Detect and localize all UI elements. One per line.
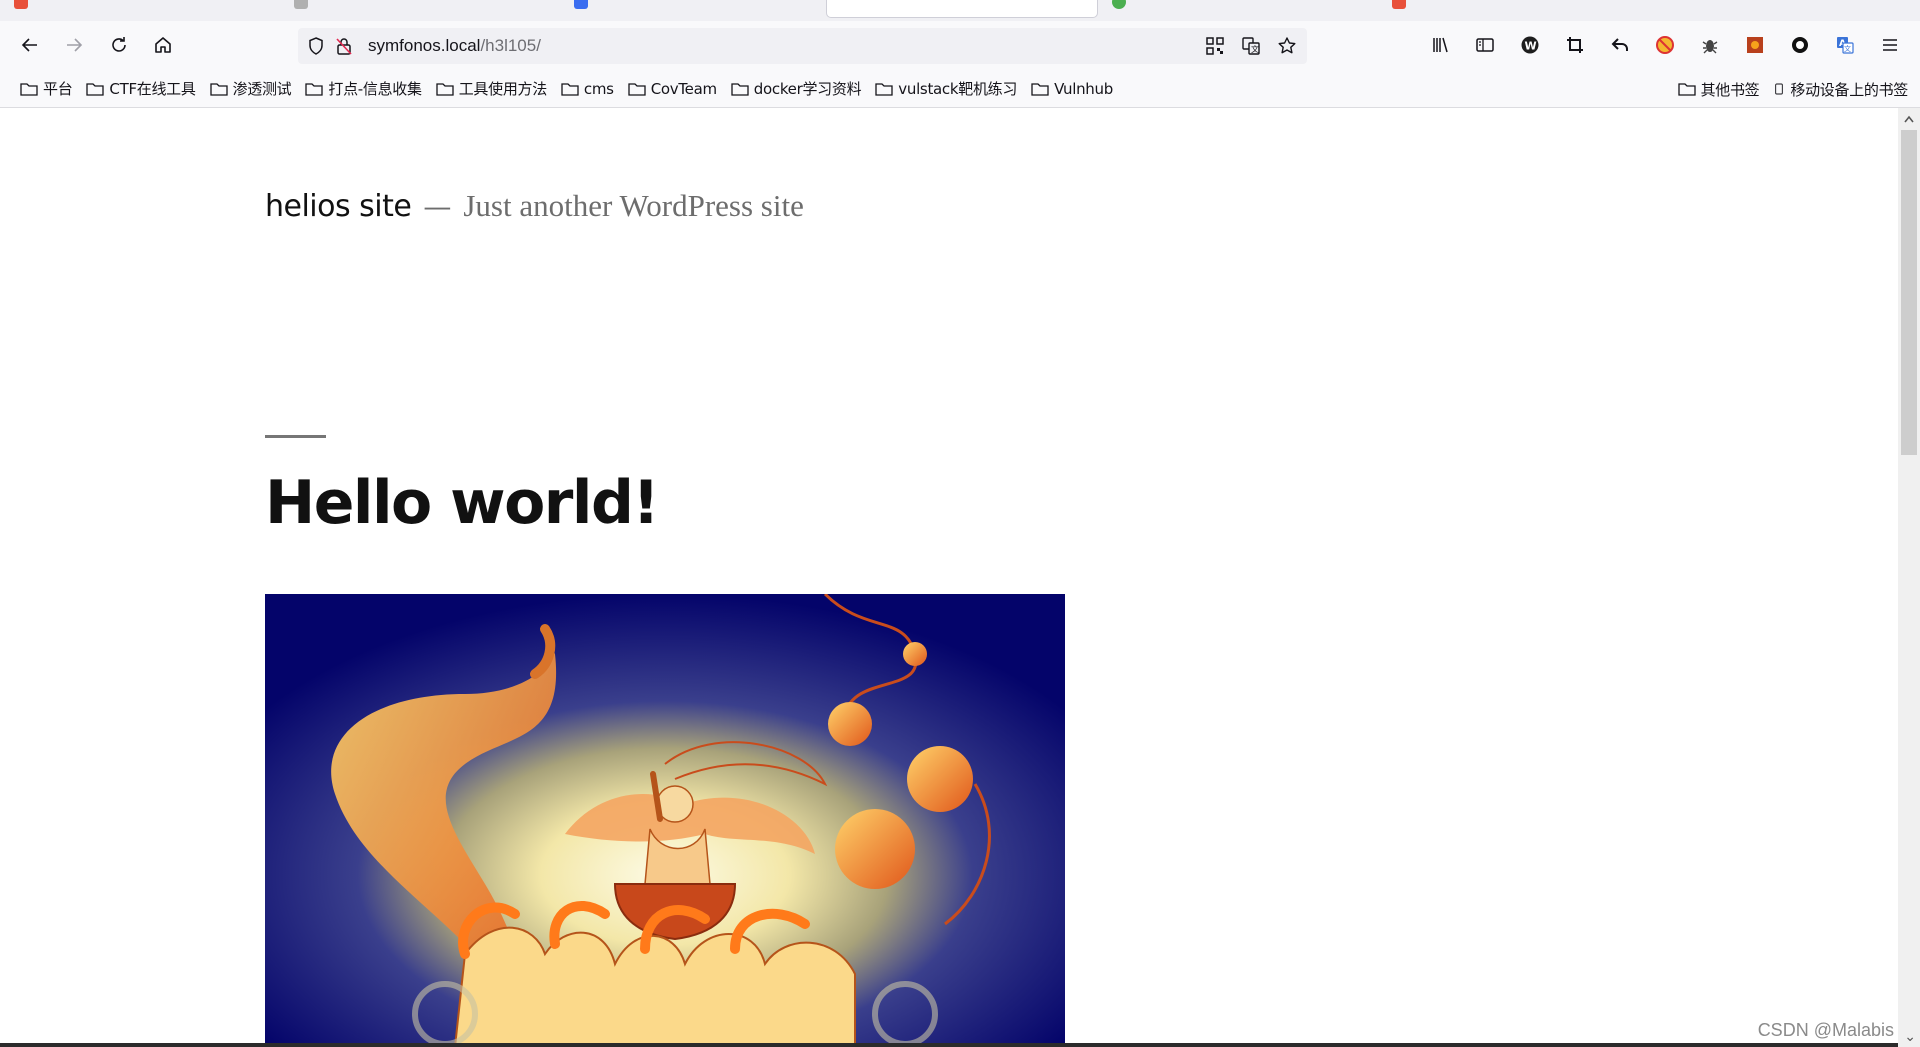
- svg-text:文: 文: [1251, 44, 1259, 54]
- folder-icon: [561, 82, 579, 96]
- bookmark-label: 打点-信息收集: [328, 80, 422, 98]
- other-bookmarks-label: 其他书签: [1700, 80, 1760, 99]
- entry-title[interactable]: Hello world!: [265, 468, 660, 538]
- title-separator: —: [423, 190, 452, 223]
- folder-icon: [86, 82, 105, 96]
- browser-tab[interactable]: [280, 0, 560, 21]
- browser-tab[interactable]: [1098, 0, 1378, 21]
- bookmark-folder[interactable]: Vulnhub: [1031, 80, 1113, 98]
- chevron-down-icon: ⌄: [1904, 1028, 1916, 1044]
- svg-text:W: W: [1525, 40, 1537, 53]
- bookmark-folder[interactable]: 渗透测试: [209, 78, 292, 99]
- browser-tab[interactable]: [560, 0, 825, 21]
- url-text[interactable]: symfonos.local/h3l105/: [368, 36, 541, 56]
- translate-page-icon[interactable]: 文: [1239, 34, 1263, 58]
- reload-button[interactable]: [103, 29, 135, 61]
- home-button[interactable]: [147, 29, 179, 61]
- folder-icon: [20, 82, 38, 96]
- bookmark-folder[interactable]: CTF在线工具: [86, 78, 196, 99]
- bookmark-folder[interactable]: CovTeam: [628, 80, 717, 98]
- vertical-scrollbar[interactable]: [1898, 108, 1920, 1047]
- insecure-lock-icon[interactable]: [334, 36, 354, 56]
- bookmark-folder[interactable]: cms: [561, 80, 614, 98]
- bookmark-folder[interactable]: vulstack靶机练习: [875, 78, 1017, 99]
- forward-arrow-icon: [67, 38, 83, 52]
- back-button[interactable]: [14, 29, 46, 61]
- translate-icon[interactable]: A文: [1829, 29, 1861, 61]
- crop-icon[interactable]: [1559, 29, 1591, 61]
- tab-favicon-icon: [1112, 0, 1126, 9]
- folder-icon: [731, 82, 749, 96]
- shield-icon[interactable]: [306, 36, 326, 56]
- url-host: symfonos.local: [368, 36, 481, 55]
- extension-icon[interactable]: [1739, 29, 1771, 61]
- bookmark-label: 平台: [43, 80, 73, 98]
- tab-favicon-icon: [14, 0, 28, 9]
- block-icon[interactable]: [1649, 29, 1681, 61]
- bottom-border: [0, 1043, 1898, 1047]
- bookmark-folder[interactable]: 打点-信息收集: [305, 78, 422, 99]
- browser-tab[interactable]: [0, 0, 280, 21]
- bookmark-label: cms: [583, 79, 614, 98]
- sidebar-icon[interactable]: [1469, 29, 1501, 61]
- folder-icon: [875, 82, 893, 96]
- bookmark-label: vulstack靶机练习: [898, 80, 1018, 98]
- menu-icon[interactable]: [1874, 29, 1906, 61]
- bug-icon[interactable]: [1694, 29, 1726, 61]
- bookmark-folder[interactable]: 平台: [20, 78, 73, 99]
- bookmark-label: 渗透测试: [232, 80, 292, 98]
- tab-strip: [0, 0, 1920, 21]
- library-icon[interactable]: [1424, 29, 1456, 61]
- browser-tab[interactable]: [1378, 0, 1658, 21]
- folder-icon: [305, 82, 324, 96]
- other-bookmarks-folder[interactable]: 其他书签: [1677, 79, 1760, 100]
- bookmark-label: CovTeam: [650, 79, 717, 98]
- bookmark-folder[interactable]: 工具使用方法: [436, 78, 547, 99]
- circle-icon[interactable]: [1784, 29, 1816, 61]
- bookmarks-toolbar: 平台 CTF在线工具 渗透测试 打点-信息收集 工具使用方法 cms CovTe…: [0, 70, 1920, 108]
- folder-icon: [209, 82, 228, 96]
- reload-icon: [112, 37, 126, 52]
- bookmark-label: docker学习资料: [753, 80, 862, 98]
- site-description: Just another WordPress site: [463, 188, 804, 223]
- mobile-bookmarks-folder[interactable]: 移动设备上的书签: [1773, 79, 1908, 100]
- url-path: /h3l105/: [480, 36, 541, 55]
- entry-divider: [265, 435, 326, 438]
- scrollbar-thumb[interactable]: [1901, 130, 1917, 455]
- watermark: CSDN @Malabis: [1757, 1020, 1894, 1040]
- bookmark-label: Vulnhub: [1054, 79, 1113, 98]
- bookmark-folder[interactable]: docker学习资料: [731, 78, 862, 99]
- tab-favicon-icon: [294, 0, 308, 9]
- folder-icon: [436, 82, 454, 96]
- navigation-toolbar: symfonos.local/h3l105/ 文 W A文: [0, 21, 1920, 70]
- undo-icon[interactable]: [1604, 29, 1636, 61]
- back-arrow-icon: [21, 38, 37, 52]
- bookmark-label: 工具使用方法: [458, 80, 548, 98]
- svg-text:文: 文: [1844, 44, 1851, 53]
- qr-code-icon[interactable]: [1203, 34, 1227, 58]
- tab-favicon-icon: [1392, 0, 1406, 9]
- site-title-link[interactable]: helios site: [265, 189, 412, 224]
- wordpress-icon[interactable]: W: [1514, 29, 1546, 61]
- featured-image[interactable]: [265, 594, 1065, 1047]
- site-header: helios site — Just another WordPress sit…: [265, 188, 804, 224]
- folder-icon: [628, 82, 646, 96]
- helios-chariot-illustration: [265, 594, 1065, 1047]
- bookmark-star-icon[interactable]: [1275, 34, 1299, 58]
- home-icon: [155, 37, 171, 53]
- mobile-device-icon: [1775, 83, 1784, 95]
- extension-toolbar: W A文: [1424, 29, 1906, 61]
- forward-button[interactable]: [58, 29, 90, 61]
- bookmarks-right: 其他书签 移动设备上的书签: [1677, 70, 1908, 108]
- browser-tab-active[interactable]: [826, 0, 1098, 18]
- address-bar[interactable]: symfonos.local/h3l105/ 文: [298, 28, 1307, 64]
- folder-icon: [1677, 83, 1696, 96]
- tab-favicon-icon: [574, 0, 588, 9]
- mobile-bookmarks-label: 移动设备上的书签: [1790, 80, 1908, 99]
- folder-icon: [1031, 82, 1049, 96]
- scroll-up-arrow-icon[interactable]: [1898, 108, 1920, 130]
- bookmark-label: CTF在线工具: [109, 80, 196, 98]
- page-content: helios site — Just another WordPress sit…: [0, 108, 1898, 1047]
